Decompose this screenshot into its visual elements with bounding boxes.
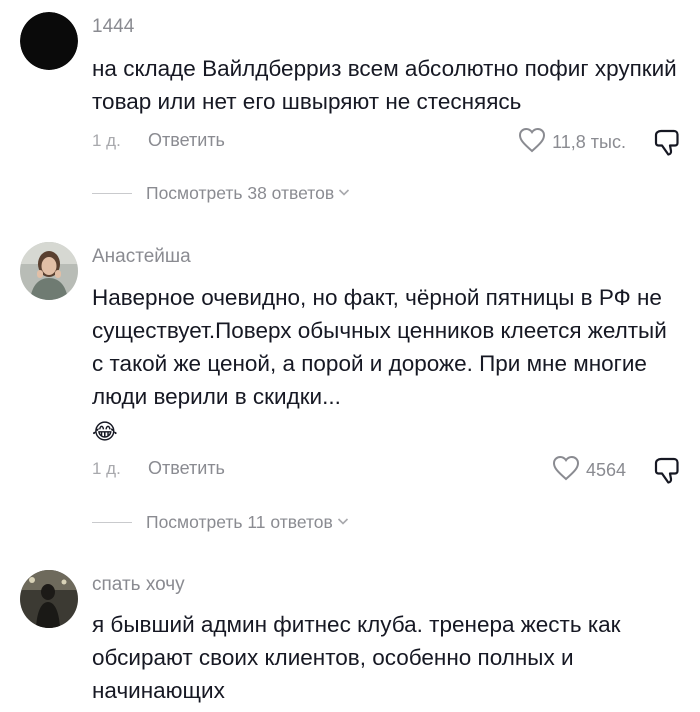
like-count: 4564 [585, 460, 626, 480]
like-button[interactable]: 4564 [552, 455, 626, 486]
comment-text: на складе Вайлдберриз всем абсолютно поф… [92, 56, 677, 114]
view-replies-label: Посмотреть 11 ответов [146, 511, 333, 532]
comment-author[interactable]: 1444 [92, 16, 134, 38]
comment-time: 1 д. [92, 459, 121, 478]
like-button[interactable]: 11,8 тыс. [518, 127, 626, 158]
avatar[interactable] [20, 12, 78, 70]
like-count: 11,8 тыс. [552, 132, 626, 152]
reply-button[interactable]: Ответить [148, 458, 225, 479]
view-replies-button[interactable]: Посмотреть 11 ответов [92, 510, 349, 534]
view-replies-button[interactable]: Посмотреть 38 ответов [92, 181, 350, 205]
view-replies-label: Посмотреть 38 ответов [146, 182, 335, 203]
comment-meta: 1 д. Ответить 4564 [92, 455, 682, 485]
chevron-down-icon [337, 513, 349, 531]
avatar[interactable] [20, 242, 78, 300]
dislike-icon[interactable] [652, 455, 682, 490]
divider [92, 521, 132, 523]
dislike-icon[interactable] [652, 127, 682, 162]
heart-icon [518, 127, 546, 158]
chevron-down-icon [338, 184, 350, 202]
tears-of-joy-emoji: 😂 [92, 418, 118, 444]
comment-text: Наверное очевидно, но факт, чёрной пятни… [92, 281, 682, 448]
avatar[interactable] [20, 570, 78, 628]
reply-button[interactable]: Ответить [148, 130, 225, 151]
comment-text: я бывший админ фитнес клуба. тренера жес… [92, 612, 621, 703]
divider [92, 192, 132, 194]
comment-time: 1 д. [92, 131, 121, 150]
comment-meta: 1 д. Ответить 11,8 тыс. [92, 127, 682, 157]
comment-body: Наверное очевидно, но факт, чёрной пятни… [92, 285, 667, 409]
heart-icon [552, 455, 580, 486]
comment-author[interactable]: Анастейша [92, 246, 191, 268]
comment-author[interactable]: спать хочу [92, 574, 185, 596]
